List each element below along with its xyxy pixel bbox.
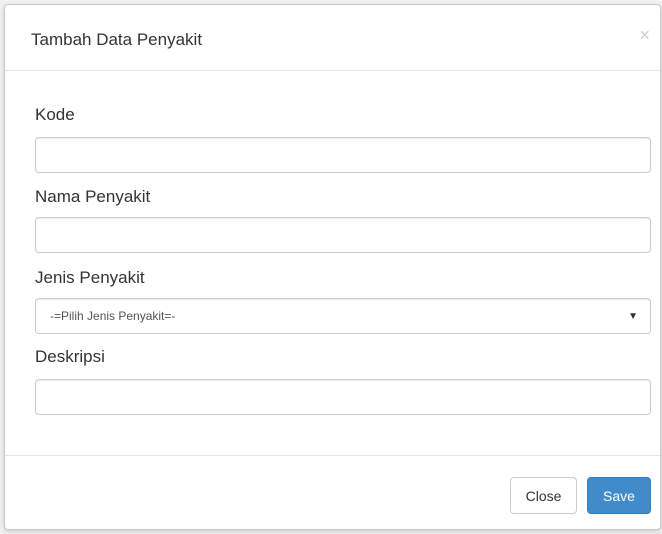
modal-footer: Close Save <box>5 455 660 529</box>
close-button[interactable]: Close <box>510 477 577 514</box>
jenis-penyakit-selected-value: -=Pilih Jenis Penyakit=- <box>50 309 176 323</box>
jenis-penyakit-label: Jenis Penyakit <box>35 268 145 287</box>
kode-input[interactable] <box>35 137 651 173</box>
nama-penyakit-input[interactable] <box>35 217 651 253</box>
page: Tambah Data Penyakit × Kode Nama Penyaki… <box>0 0 662 534</box>
deskripsi-label: Deskripsi <box>35 347 105 366</box>
save-button[interactable]: Save <box>587 477 651 514</box>
modal-header: Tambah Data Penyakit × <box>5 5 660 71</box>
modal-title: Tambah Data Penyakit <box>31 30 203 49</box>
jenis-penyakit-select[interactable]: -=Pilih Jenis Penyakit=- ▼ <box>35 298 651 334</box>
nama-penyakit-label: Nama Penyakit <box>35 187 151 206</box>
close-icon[interactable]: × <box>639 25 650 45</box>
caret-down-icon: ▼ <box>628 310 638 322</box>
deskripsi-input[interactable] <box>35 379 651 415</box>
add-disease-modal: Tambah Data Penyakit × Kode Nama Penyaki… <box>4 4 661 530</box>
kode-label: Kode <box>35 105 75 124</box>
